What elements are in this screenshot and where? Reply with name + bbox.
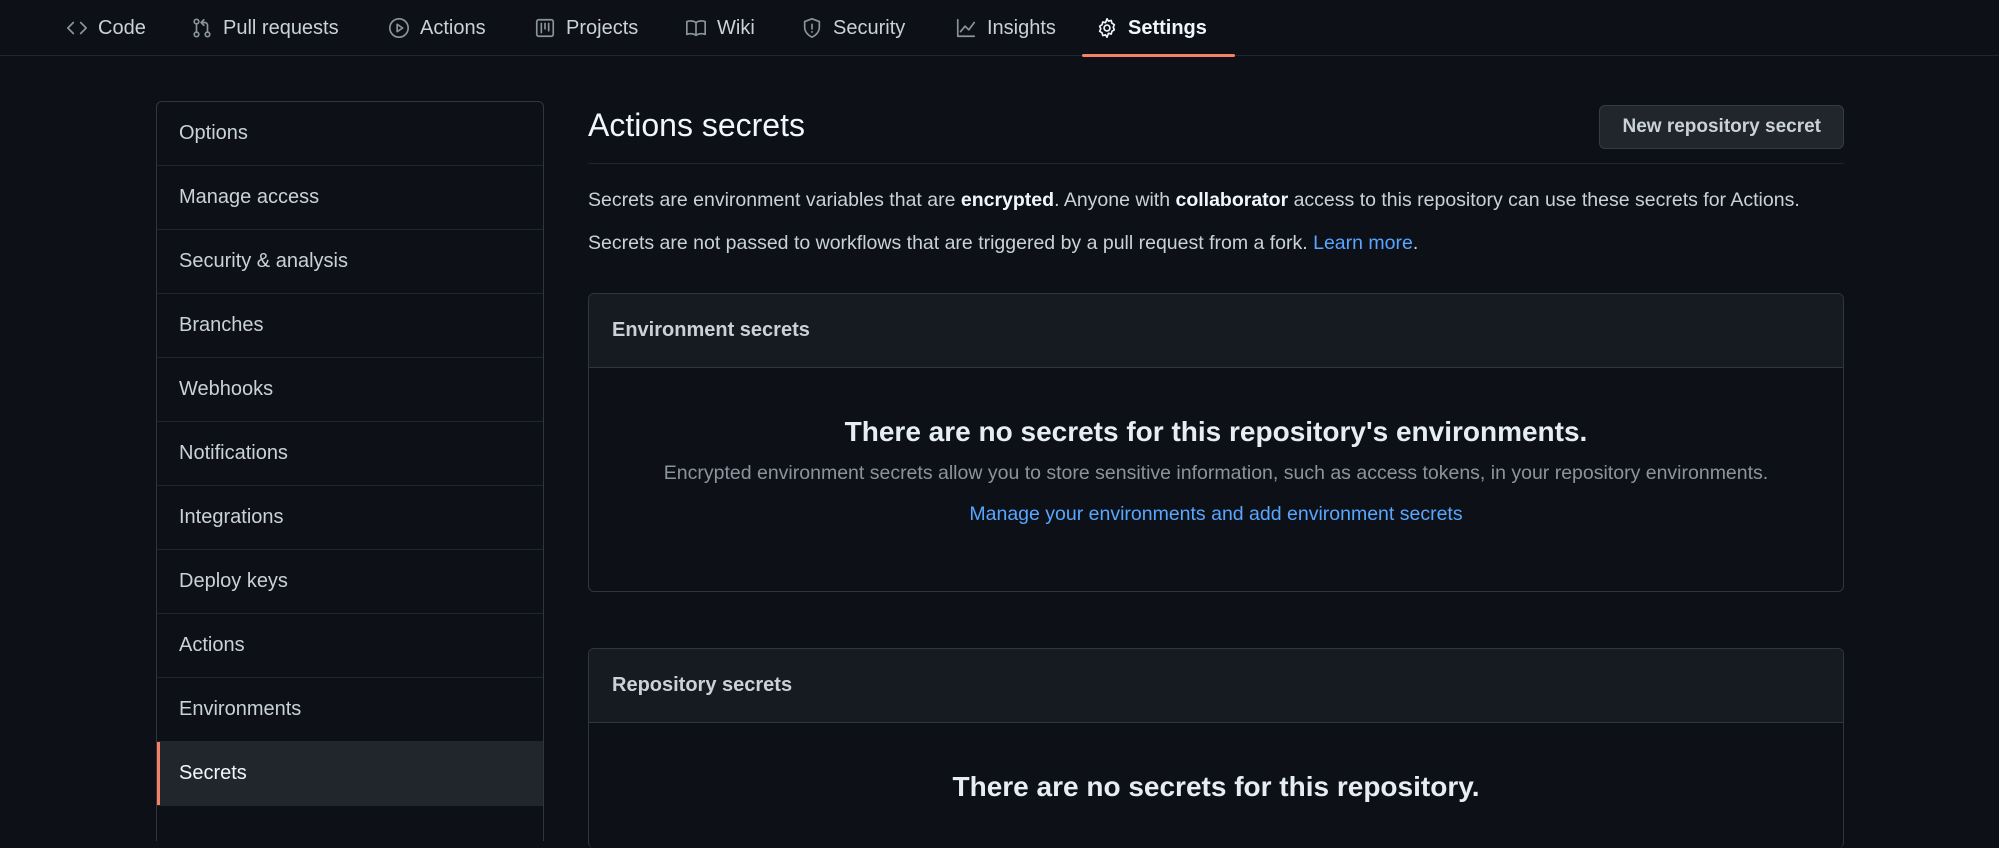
- tab-pull-requests[interactable]: Pull requests: [177, 0, 353, 56]
- fork-note-end: .: [1412, 232, 1419, 254]
- play-icon: [389, 18, 409, 38]
- tab-projects[interactable]: Projects: [520, 0, 652, 56]
- sidebar-item-security-analysis[interactable]: Security & analysis: [157, 230, 543, 294]
- tab-label: Actions: [420, 16, 486, 39]
- repository-secrets-box: Repository secrets There are no secrets …: [588, 648, 1844, 848]
- shield-icon: [803, 18, 821, 38]
- tab-wiki[interactable]: Wiki: [671, 0, 769, 56]
- sidebar-item-actions[interactable]: Actions: [157, 614, 543, 678]
- desc-bold-collaborator: collaborator: [1175, 189, 1289, 211]
- desc-text: . Anyone with: [1054, 189, 1176, 211]
- repo-nav: Code Pull requests Actions Projects Wiki…: [0, 0, 1999, 57]
- empty-state-description: Encrypted environment secrets allow you …: [663, 462, 1769, 484]
- tab-label: Pull requests: [223, 16, 339, 39]
- page-title: Actions secrets: [588, 107, 805, 143]
- sidebar-item-environments[interactable]: Environments: [157, 678, 543, 742]
- sidebar-item-deploy-keys[interactable]: Deploy keys: [157, 550, 543, 614]
- environment-secrets-box: Environment secrets There are no secrets…: [588, 293, 1844, 592]
- empty-state-title: There are no secrets for this repository…: [952, 771, 1480, 802]
- sidebar-item-notifications[interactable]: Notifications: [157, 422, 543, 486]
- environment-secrets-header: Environment secrets: [589, 294, 1843, 368]
- fork-note: Secrets are not passed to workflows that…: [588, 229, 1844, 258]
- sidebar-item-manage-access[interactable]: Manage access: [157, 166, 543, 230]
- gear-icon: [1098, 18, 1116, 38]
- book-icon: [686, 20, 706, 37]
- desc-bold-encrypted: encrypted: [960, 189, 1055, 211]
- learn-more-link[interactable]: Learn more: [1313, 232, 1413, 254]
- tab-label: Projects: [566, 16, 639, 39]
- manage-environments-link[interactable]: Manage your environments and add environ…: [969, 503, 1462, 526]
- git-pull-request-icon: [193, 18, 211, 38]
- repository-secrets-empty: There are no secrets for this repository…: [589, 723, 1843, 803]
- environment-secrets-empty: There are no secrets for this repository…: [589, 368, 1843, 526]
- tab-label: Settings: [1128, 16, 1207, 39]
- tab-actions[interactable]: Actions: [374, 0, 500, 56]
- tab-label: Code: [98, 16, 146, 39]
- tab-label: Security: [833, 16, 906, 39]
- sidebar-item-options[interactable]: Options: [157, 102, 543, 166]
- desc-text: access to this repository can use these …: [1288, 189, 1800, 211]
- code-icon: [67, 21, 87, 35]
- new-repository-secret-button[interactable]: New repository secret: [1599, 105, 1844, 149]
- secrets-description: Secrets are environment variables that a…: [588, 186, 1844, 215]
- tab-insights[interactable]: Insights: [941, 0, 1070, 56]
- project-icon: [535, 18, 555, 38]
- fork-note-text: Secrets are not passed to workflows that…: [588, 232, 1314, 254]
- repository-secrets-header: Repository secrets: [589, 649, 1843, 723]
- sidebar-item-webhooks[interactable]: Webhooks: [157, 358, 543, 422]
- page-header: Actions secrets New repository secret: [588, 101, 1844, 164]
- tab-security[interactable]: Security: [787, 0, 919, 56]
- tab-code[interactable]: Code: [52, 0, 160, 56]
- tab-label: Wiki: [717, 16, 755, 39]
- sidebar-item-branches[interactable]: Branches: [157, 294, 543, 358]
- tab-settings[interactable]: Settings: [1082, 0, 1235, 57]
- graph-icon: [956, 18, 976, 38]
- tab-label: Insights: [987, 16, 1056, 39]
- desc-text: Secrets are environment variables that a…: [588, 189, 961, 211]
- empty-state-title: There are no secrets for this repository…: [844, 416, 1588, 447]
- settings-sidebar: Options Manage access Security & analysi…: [156, 101, 544, 841]
- main-content: Actions secrets New repository secret Se…: [588, 101, 1844, 848]
- sidebar-item-secrets[interactable]: Secrets: [157, 742, 543, 806]
- sidebar-item-integrations[interactable]: Integrations: [157, 486, 543, 550]
